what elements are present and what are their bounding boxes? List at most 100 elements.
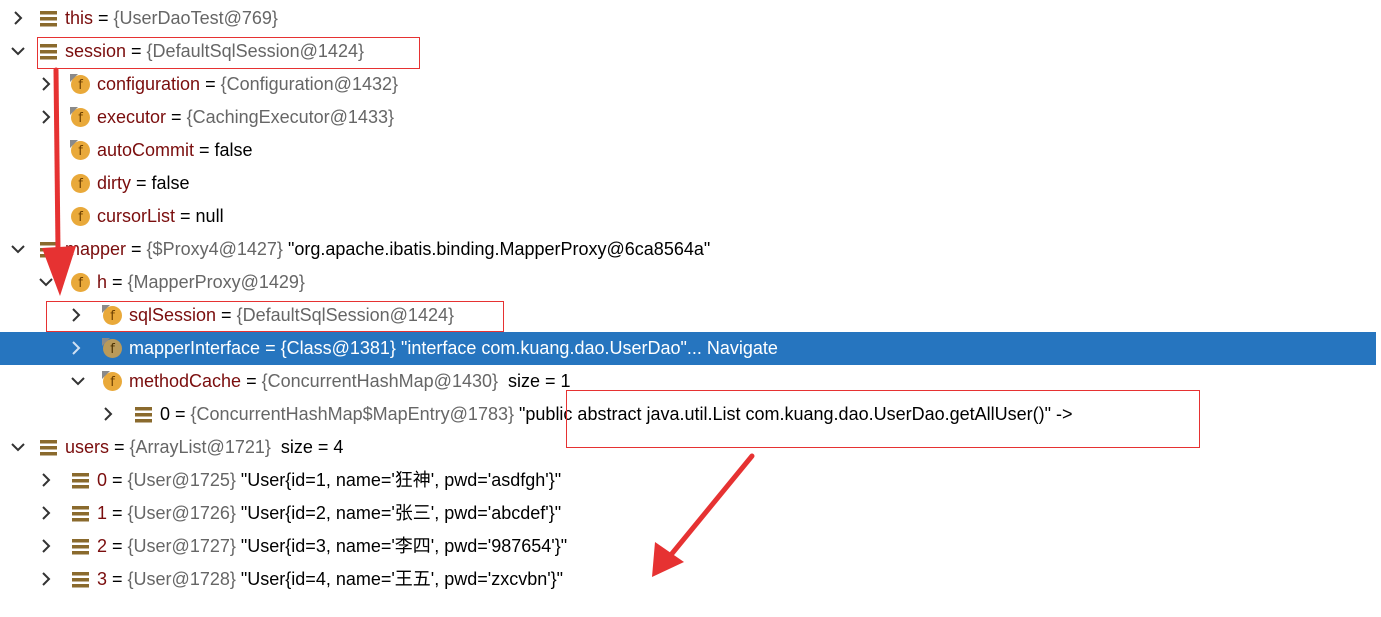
var-name: mapper bbox=[65, 239, 127, 259]
chevron-right-icon[interactable] bbox=[66, 305, 86, 325]
field-icon: f bbox=[70, 140, 91, 161]
var-type: {UserDaoTest@769} bbox=[113, 8, 278, 28]
tree-row-cursorlist[interactable]: f cursorList = null bbox=[0, 200, 1376, 233]
var-value: "User{id=2, name='张三', pwd='abcdef'}" bbox=[240, 503, 562, 523]
var-value: "User{id=3, name='李四', pwd='987654'}" bbox=[240, 536, 568, 556]
chevron-right-icon[interactable] bbox=[36, 107, 56, 127]
tree-row-autocommit[interactable]: f autoCommit = false bbox=[0, 134, 1376, 167]
chevron-right-icon[interactable] bbox=[8, 8, 28, 28]
var-type: {MapperProxy@1429} bbox=[127, 272, 305, 292]
chevron-down-icon[interactable] bbox=[8, 437, 28, 457]
object-icon bbox=[38, 437, 59, 458]
object-icon bbox=[70, 569, 91, 590]
chevron-down-icon[interactable] bbox=[8, 41, 28, 61]
var-name: 0 bbox=[97, 470, 108, 490]
object-icon bbox=[70, 503, 91, 524]
svg-text:f: f bbox=[110, 375, 115, 390]
chevron-right-icon[interactable] bbox=[36, 503, 56, 523]
field-icon: f bbox=[70, 272, 91, 293]
var-type: {ConcurrentHashMap@1430} bbox=[261, 371, 499, 391]
var-type: {User@1728} bbox=[127, 569, 236, 589]
var-name: 2 bbox=[97, 536, 108, 556]
var-name: mapperInterface bbox=[129, 338, 261, 358]
svg-text:f: f bbox=[110, 309, 115, 324]
var-value: false bbox=[214, 140, 253, 160]
var-value: false bbox=[151, 173, 190, 193]
svg-text:f: f bbox=[78, 144, 83, 159]
var-name: users bbox=[65, 437, 110, 457]
var-name: dirty bbox=[97, 173, 132, 193]
var-name: this bbox=[65, 8, 94, 28]
var-value-navigate[interactable]: "interface com.kuang.dao.UserDao"... Nav… bbox=[401, 338, 778, 358]
object-icon bbox=[70, 470, 91, 491]
field-icon: f bbox=[102, 338, 123, 359]
chevron-right-icon[interactable] bbox=[36, 536, 56, 556]
object-icon bbox=[38, 41, 59, 62]
chevron-down-icon[interactable] bbox=[68, 371, 88, 391]
chevron-down-icon[interactable] bbox=[36, 272, 56, 292]
svg-text:f: f bbox=[78, 111, 83, 126]
var-value: "User{id=4, name='王五', pwd='zxcvbn'}" bbox=[240, 569, 564, 589]
var-type: {CachingExecutor@1433} bbox=[186, 107, 394, 127]
tree-row-mapentry-0[interactable]: 0 = {ConcurrentHashMap$MapEntry@1783} "p… bbox=[0, 398, 1376, 431]
chevron-right-icon[interactable] bbox=[36, 470, 56, 490]
chevron-right-icon[interactable] bbox=[98, 404, 118, 424]
chevron-right-icon[interactable] bbox=[36, 569, 56, 589]
var-name: configuration bbox=[97, 74, 201, 94]
tree-row-configuration[interactable]: f configuration = {Configuration@1432} bbox=[0, 68, 1376, 101]
var-value: "org.apache.ibatis.binding.MapperProxy@6… bbox=[287, 239, 711, 259]
var-type: {ArrayList@1721} bbox=[129, 437, 271, 457]
var-name: 3 bbox=[97, 569, 108, 589]
var-type: {Class@1381} bbox=[280, 338, 396, 358]
tree-row-user-3[interactable]: 3 = {User@1728} "User{id=4, name='王五', p… bbox=[0, 563, 1376, 596]
tree-row-sqlsession[interactable]: f sqlSession = {DefaultSqlSession@1424} bbox=[0, 299, 1376, 332]
var-type: {DefaultSqlSession@1424} bbox=[236, 305, 454, 325]
debugger-variables-tree: this = {UserDaoTest@769} session = {Defa… bbox=[0, 0, 1381, 617]
var-type: {User@1725} bbox=[127, 470, 236, 490]
tree-row-mapper[interactable]: mapper = {$Proxy4@1427} "org.apache.ibat… bbox=[0, 233, 1376, 266]
var-type: {$Proxy4@1427} bbox=[146, 239, 283, 259]
var-name: h bbox=[97, 272, 108, 292]
tree-row-methodcache[interactable]: f methodCache = {ConcurrentHashMap@1430}… bbox=[0, 365, 1376, 398]
object-icon bbox=[38, 8, 59, 29]
field-icon: f bbox=[102, 305, 123, 326]
field-icon: f bbox=[70, 206, 91, 227]
svg-text:f: f bbox=[78, 276, 83, 291]
tree-row-users[interactable]: users = {ArrayList@1721} size = 4 bbox=[0, 431, 1376, 464]
tree-row-user-0[interactable]: 0 = {User@1725} "User{id=1, name='狂神', p… bbox=[0, 464, 1376, 497]
tree-row-session[interactable]: session = {DefaultSqlSession@1424} bbox=[0, 35, 1376, 68]
var-value: null bbox=[195, 206, 224, 226]
field-icon: f bbox=[70, 173, 91, 194]
tree-row-user-1[interactable]: 1 = {User@1726} "User{id=2, name='张三', p… bbox=[0, 497, 1376, 530]
tree-row-user-2[interactable]: 2 = {User@1727} "User{id=3, name='李四', p… bbox=[0, 530, 1376, 563]
object-icon bbox=[70, 536, 91, 557]
field-icon: f bbox=[70, 74, 91, 95]
svg-text:f: f bbox=[110, 342, 115, 357]
tree-row-dirty[interactable]: f dirty = false bbox=[0, 167, 1376, 200]
chevron-down-icon[interactable] bbox=[8, 239, 28, 259]
var-name: 0 bbox=[160, 404, 171, 424]
svg-text:f: f bbox=[78, 78, 83, 93]
object-icon bbox=[38, 239, 59, 260]
var-size: size = 1 bbox=[508, 371, 571, 391]
var-name: sqlSession bbox=[129, 305, 217, 325]
field-icon: f bbox=[70, 107, 91, 128]
tree-row-this[interactable]: this = {UserDaoTest@769} bbox=[0, 2, 1376, 35]
var-name: autoCommit bbox=[97, 140, 195, 160]
svg-text:f: f bbox=[78, 177, 83, 192]
var-value: "User{id=1, name='狂神', pwd='asdfgh'}" bbox=[240, 470, 562, 490]
tree-row-mapperinterface[interactable]: f mapperInterface = {Class@1381} "interf… bbox=[0, 332, 1376, 365]
var-type: {User@1726} bbox=[127, 503, 236, 523]
var-name: 1 bbox=[97, 503, 108, 523]
var-type: {DefaultSqlSession@1424} bbox=[146, 41, 364, 61]
tree-row-executor[interactable]: f executor = {CachingExecutor@1433} bbox=[0, 101, 1376, 134]
var-name: methodCache bbox=[129, 371, 242, 391]
chevron-right-icon[interactable] bbox=[66, 338, 86, 358]
var-size: size = 4 bbox=[280, 437, 344, 457]
var-value: "public abstract java.util.List com.kuan… bbox=[519, 404, 1073, 424]
chevron-right-icon[interactable] bbox=[36, 74, 56, 94]
svg-text:f: f bbox=[78, 210, 83, 225]
var-type: {ConcurrentHashMap$MapEntry@1783} bbox=[190, 404, 514, 424]
object-icon bbox=[133, 404, 154, 425]
tree-row-h[interactable]: f h = {MapperProxy@1429} bbox=[0, 266, 1376, 299]
